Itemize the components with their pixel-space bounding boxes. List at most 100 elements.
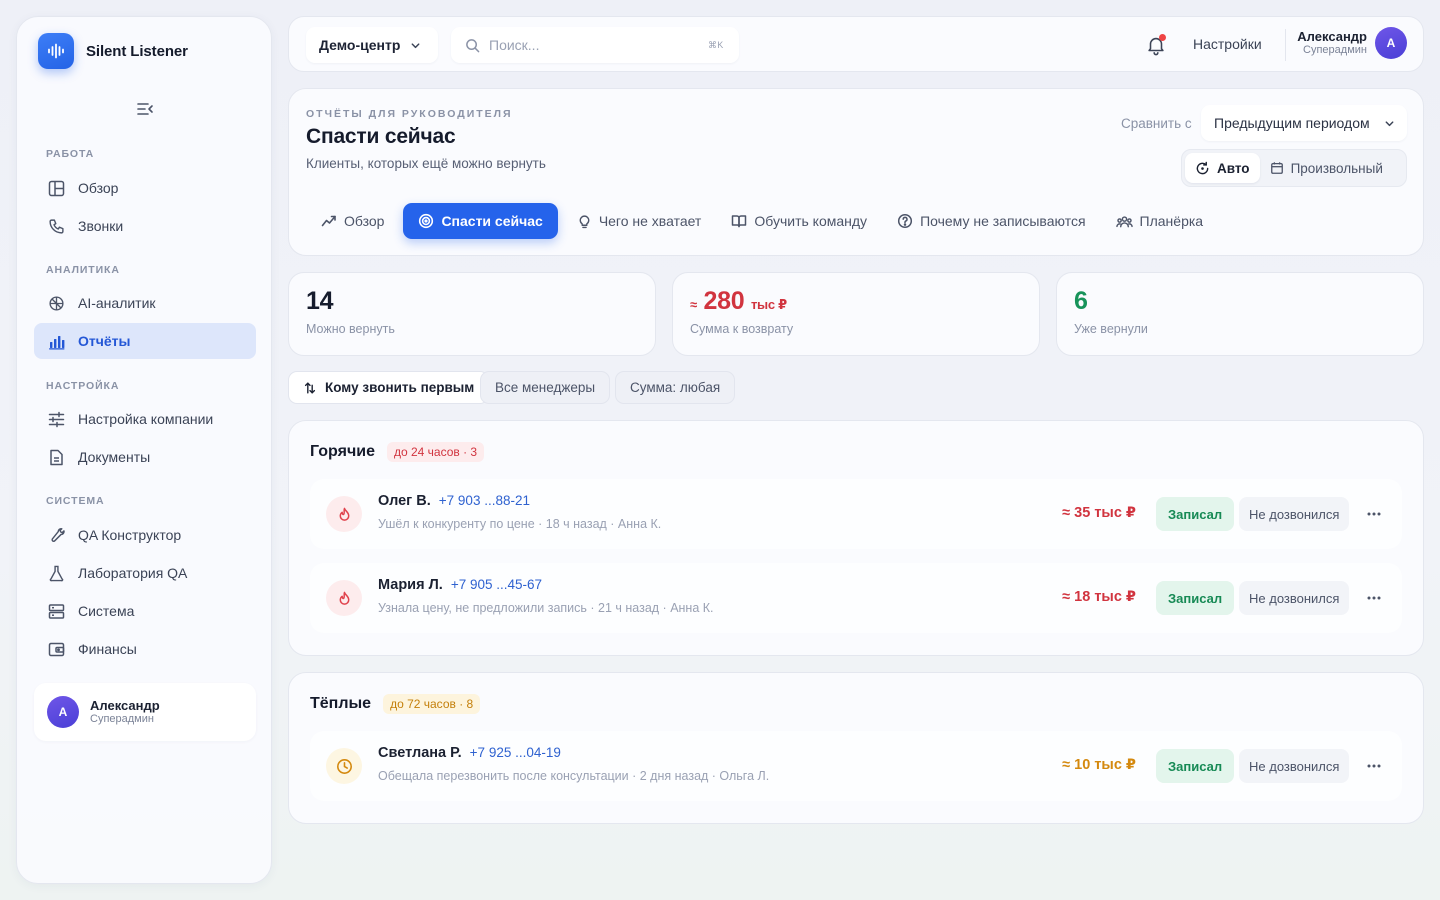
- sidebar-item-finance[interactable]: Финансы: [34, 631, 256, 667]
- managers-filter[interactable]: Все менеджеры: [480, 371, 611, 404]
- mode-auto-button[interactable]: Авто: [1185, 153, 1260, 183]
- filter-label: Все менеджеры: [495, 380, 596, 395]
- sidebar-collapse-icon[interactable]: [135, 99, 155, 119]
- client-row[interactable]: Олег В. +7 903 ...88-21 Ушёл к конкурент…: [310, 479, 1402, 549]
- sidebar-item-label: QA Конструктор: [78, 527, 182, 543]
- page-eyebrow: Отчёты для руководителя: [306, 108, 513, 120]
- tab-why-not-booking[interactable]: Почему не записываются: [882, 203, 1100, 239]
- stat-label: Сумма к возврату: [690, 322, 794, 336]
- no-answer-button[interactable]: Не дозвонился: [1239, 497, 1350, 531]
- search-shortcut: ⌘K: [708, 39, 724, 50]
- sliders-icon: [47, 410, 65, 428]
- user-menu[interactable]: Александр Суперадмин А: [1297, 27, 1407, 59]
- search-input[interactable]: [489, 37, 699, 53]
- layout-icon: [47, 179, 65, 197]
- org-select[interactable]: Демо-центр: [306, 27, 438, 63]
- tab-overview[interactable]: Обзор: [306, 203, 399, 239]
- client-name: Олег В. +7 903 ...88-21: [378, 493, 530, 509]
- search-box[interactable]: ⌘K: [451, 27, 739, 63]
- sidebar-item-label: AI-аналитик: [78, 295, 156, 311]
- user-name: Александр: [90, 697, 160, 713]
- group-title: Тёплые: [310, 695, 372, 712]
- user-role: Суперадмин: [1303, 43, 1367, 56]
- sum-filter[interactable]: Сумма: любая: [615, 371, 736, 404]
- user-role: Суперадмин: [90, 712, 154, 725]
- report-header: Отчёты для руководителя Спасти сейчас Кл…: [288, 88, 1424, 256]
- client-name: Мария Л. +7 905 ...45-67: [378, 577, 542, 593]
- stat-label: Уже вернули: [1074, 322, 1148, 336]
- tab-save-now[interactable]: Спасти сейчас: [403, 203, 558, 239]
- brain-icon: [47, 294, 65, 312]
- no-answer-button[interactable]: Не дозвонился: [1239, 581, 1350, 615]
- divider: [1285, 29, 1286, 61]
- bulb-icon: [577, 214, 592, 229]
- more-options-icon[interactable]: [1358, 750, 1390, 782]
- nav-section-title: Аналитика: [46, 264, 120, 276]
- stat-card-can-return: 14 Можно вернуть: [288, 272, 656, 356]
- tab-meeting[interactable]: Планёрка: [1101, 203, 1219, 239]
- report-tabs: Обзор Спасти сейчас Чего не хватает Обуч…: [306, 203, 1218, 239]
- flame-icon: [326, 580, 362, 616]
- notifications-bell-icon[interactable]: [1145, 34, 1167, 56]
- calendar-icon: [1270, 161, 1284, 175]
- mode-label: Произвольный: [1290, 160, 1383, 176]
- sidebar-item-label: Система: [78, 603, 135, 619]
- sidebar-item-system[interactable]: Система: [34, 593, 256, 629]
- settings-link[interactable]: Настройки: [1193, 36, 1262, 52]
- sidebar-item-company-settings[interactable]: Настройка компании: [34, 401, 256, 437]
- sidebar-item-qa-builder[interactable]: QA Конструктор: [34, 517, 256, 553]
- tab-whats-missing[interactable]: Чего не хватает: [562, 203, 717, 239]
- sidebar-item-label: Звонки: [78, 218, 124, 234]
- period-mode-toggle: Авто Произвольный: [1181, 149, 1407, 187]
- topbar: Демо-центр ⌘K Настройки Александр Супера…: [288, 16, 1424, 72]
- client-meta: Узнала цену, не предложили запись · 21 ч…: [378, 601, 714, 615]
- page-subtitle: Клиенты, которых ещё можно вернуть: [306, 156, 546, 171]
- booked-button[interactable]: Записал: [1156, 497, 1235, 531]
- group-hot: Горячие до 24 часов · 3 Олег В. +7 903 .…: [288, 420, 1424, 656]
- flask-icon: [47, 564, 65, 582]
- sidebar-item-calls[interactable]: Звонки: [34, 208, 256, 244]
- sort-priority-button[interactable]: Кому звонить первым: [288, 371, 490, 404]
- tab-train-team[interactable]: Обучить команду: [716, 203, 882, 239]
- group-warm: Тёплые до 72 часов · 8 Светлана Р. +7 92…: [288, 672, 1424, 824]
- notification-dot: [1159, 34, 1166, 41]
- booked-button[interactable]: Записал: [1156, 581, 1235, 615]
- nav-section-title: Работа: [46, 148, 95, 160]
- client-row[interactable]: Светлана Р. +7 925 ...04-19 Обещала пере…: [310, 731, 1402, 801]
- team-icon: [1115, 213, 1133, 230]
- no-answer-button[interactable]: Не дозвонился: [1239, 749, 1350, 783]
- stat-unit: тыс ₽: [750, 297, 787, 312]
- client-phone[interactable]: +7 905 ...45-67: [451, 577, 542, 592]
- client-row[interactable]: Мария Л. +7 905 ...45-67 Узнала цену, не…: [310, 563, 1402, 633]
- compare-select[interactable]: Предыдущим периодом: [1201, 105, 1407, 141]
- client-phone[interactable]: +7 925 ...04-19: [470, 745, 561, 760]
- compare-select-value: Предыдущим периодом: [1214, 115, 1370, 131]
- sidebar-item-label: Документы: [78, 449, 151, 465]
- sidebar-item-qa-lab[interactable]: Лаборатория QA: [34, 555, 256, 591]
- flame-icon: [326, 496, 362, 532]
- chevron-down-icon: [1384, 118, 1395, 129]
- client-sum: ≈ 10 тыс ₽: [1062, 757, 1136, 773]
- page-title: Спасти сейчас: [306, 125, 456, 148]
- sort-arrows-icon: [303, 381, 317, 395]
- more-options-icon[interactable]: [1358, 582, 1390, 614]
- clock-icon: [326, 748, 362, 784]
- mode-custom-button[interactable]: Произвольный: [1260, 153, 1393, 183]
- sidebar-item-reports[interactable]: Отчёты: [34, 323, 256, 359]
- stat-value: 14: [306, 287, 334, 315]
- sidebar: Silent Listener Работа Обзор Звонки Анал…: [16, 16, 272, 884]
- more-options-icon[interactable]: [1358, 498, 1390, 530]
- server-icon: [47, 602, 65, 620]
- stat-card-returned: 6 Уже вернули: [1056, 272, 1424, 356]
- client-sum: ≈ 35 тыс ₽: [1062, 505, 1136, 521]
- group-chip: до 72 часов · 8: [383, 694, 481, 714]
- stat-value: 6: [1074, 287, 1088, 315]
- sidebar-item-documents[interactable]: Документы: [34, 439, 256, 475]
- booked-button[interactable]: Записал: [1156, 749, 1235, 783]
- sidebar-item-ai-analyst[interactable]: AI-аналитик: [34, 285, 256, 321]
- client-phone[interactable]: +7 903 ...88-21: [439, 493, 530, 508]
- sidebar-user-card[interactable]: А Александр Суперадмин: [34, 683, 256, 741]
- sidebar-item-overview[interactable]: Обзор: [34, 170, 256, 206]
- brand[interactable]: Silent Listener: [38, 33, 188, 69]
- stat-prefix: ≈: [690, 297, 697, 312]
